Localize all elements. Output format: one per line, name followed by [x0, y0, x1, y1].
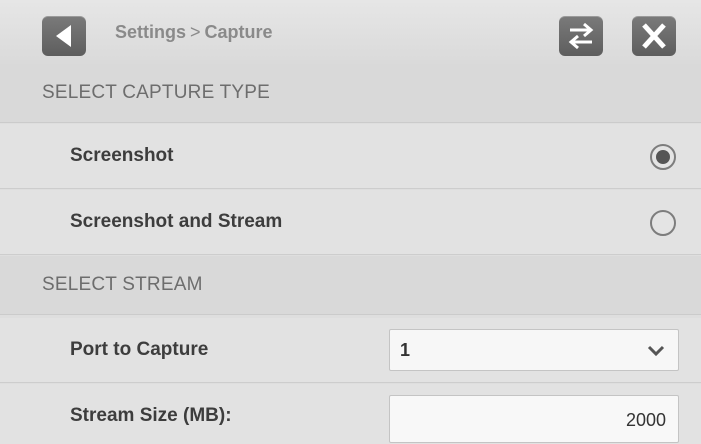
- back-button[interactable]: [42, 16, 86, 56]
- option-label: Screenshot and Stream: [70, 211, 283, 232]
- close-button[interactable]: [632, 16, 676, 56]
- close-icon: [642, 23, 666, 49]
- breadcrumb-current: Capture: [204, 22, 273, 42]
- port-select-value: 1: [400, 340, 411, 360]
- breadcrumb: Settings > Capture: [115, 22, 273, 43]
- capture-option-screenshot-and-stream[interactable]: Screenshot and Stream: [0, 190, 701, 255]
- stream-size-input[interactable]: 2000: [389, 395, 679, 443]
- chevron-down-icon: [647, 345, 665, 357]
- screenshot-and-stream-radio[interactable]: [650, 210, 676, 236]
- breadcrumb-parent[interactable]: Settings: [115, 22, 186, 42]
- stream-size-value: 2000: [625, 410, 666, 430]
- section-title: SELECT STREAM: [42, 274, 203, 295]
- capture-type-section-header: SELECT CAPTURE TYPE: [0, 64, 701, 123]
- radio-selected-dot: [656, 150, 670, 164]
- breadcrumb-separator: >: [190, 22, 201, 42]
- stream-size-label: Stream Size (MB):: [70, 405, 232, 426]
- capture-settings-screen: Settings > Capture SELECT CAPTURE TYPE Scr…: [0, 0, 701, 444]
- stream-section-header: SELECT STREAM: [0, 256, 701, 315]
- section-title: SELECT CAPTURE TYPE: [42, 82, 270, 103]
- capture-option-screenshot[interactable]: Screenshot: [0, 124, 701, 189]
- back-icon: [56, 25, 71, 47]
- option-label: Screenshot: [70, 145, 174, 166]
- port-row: Port to Capture 1: [0, 318, 701, 383]
- port-label: Port to Capture: [70, 339, 209, 360]
- swap-icon: [568, 22, 594, 50]
- screenshot-radio[interactable]: [650, 144, 676, 170]
- port-select[interactable]: 1: [389, 329, 679, 371]
- swap-button[interactable]: [559, 16, 603, 56]
- stream-size-row: Stream Size (MB): 2000: [0, 384, 701, 444]
